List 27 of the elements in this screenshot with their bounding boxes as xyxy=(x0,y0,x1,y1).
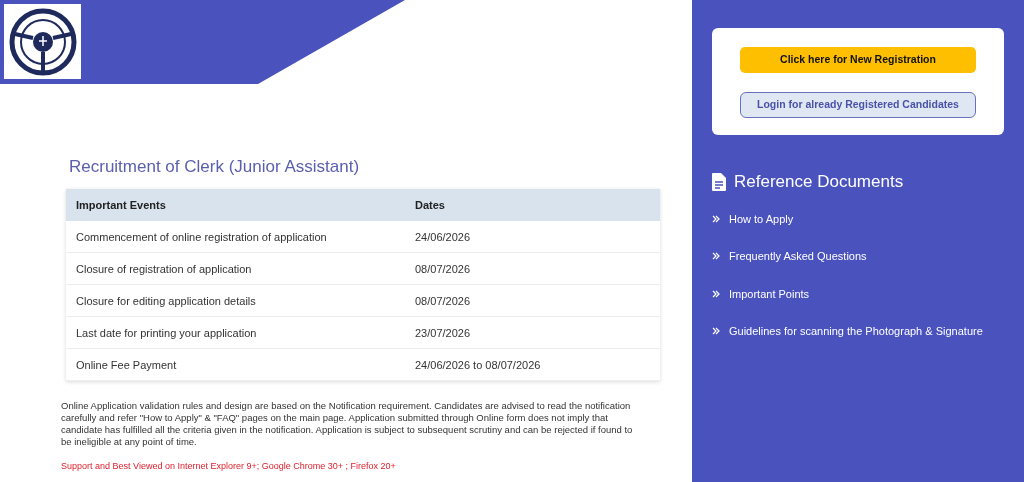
section-heading: Reference Documents xyxy=(734,171,904,193)
chevron-icon xyxy=(712,289,720,298)
chevron-icon xyxy=(712,252,720,261)
reference-link[interactable]: Important Points xyxy=(729,285,810,302)
table-cell-text: Closure for editing application details xyxy=(75,293,257,309)
table-cell-text: Last date for printing your application xyxy=(75,325,258,341)
document-icon xyxy=(712,172,726,191)
chevron-icon xyxy=(712,214,720,223)
table-cell-text: 23/07/2026 xyxy=(415,325,472,341)
table-cell-text: 08/07/2026 xyxy=(415,261,472,277)
page-title: Recruitment of Clerk (Junior Assistant) xyxy=(68,156,361,178)
reference-link[interactable]: Frequently Asked Questions xyxy=(729,248,867,265)
table-cell-text: 24/06/2026 xyxy=(415,229,472,245)
chevron-icon xyxy=(712,327,720,336)
new-registration-button[interactable]: Click here for New Registration xyxy=(740,47,976,73)
table-cell-text: 24/06/2026 to 08/07/2026 xyxy=(415,357,542,373)
reference-link[interactable]: Guidelines for scanning the Photograph & Signature xyxy=(729,323,983,340)
column-header: Dates xyxy=(415,198,446,213)
table-cell-text: Commencement of online registration of application xyxy=(75,229,328,245)
table-cell-text: Closure of registration of application xyxy=(75,261,253,277)
reference-link[interactable]: How to Apply xyxy=(729,210,794,227)
column-header: Important Events xyxy=(75,198,167,213)
table-cell-text: 08/07/2026 xyxy=(415,293,472,309)
login-button[interactable]: Login for already Registered Candidates xyxy=(740,92,976,118)
notice-paragraph: Online Application validation rules and design are based on the Notification requirement. Candidates are advised to read the notification carefully and refer "How to Apply" & "FAQ" pages on the main page. Application submitted through Online form does not imply that candidate has fulfilled all the criteria given in the notification. Application is subject to subsequent scrutiny and can be rejected if found to be ineligible at any point of time. xyxy=(61,400,634,449)
browser-support-note: Support and Best Viewed on Internet Explorer 9+; Google Chrome 30+ ; Firefox 20+ xyxy=(61,460,397,474)
table-cell-text: Online Fee Payment xyxy=(75,357,178,373)
